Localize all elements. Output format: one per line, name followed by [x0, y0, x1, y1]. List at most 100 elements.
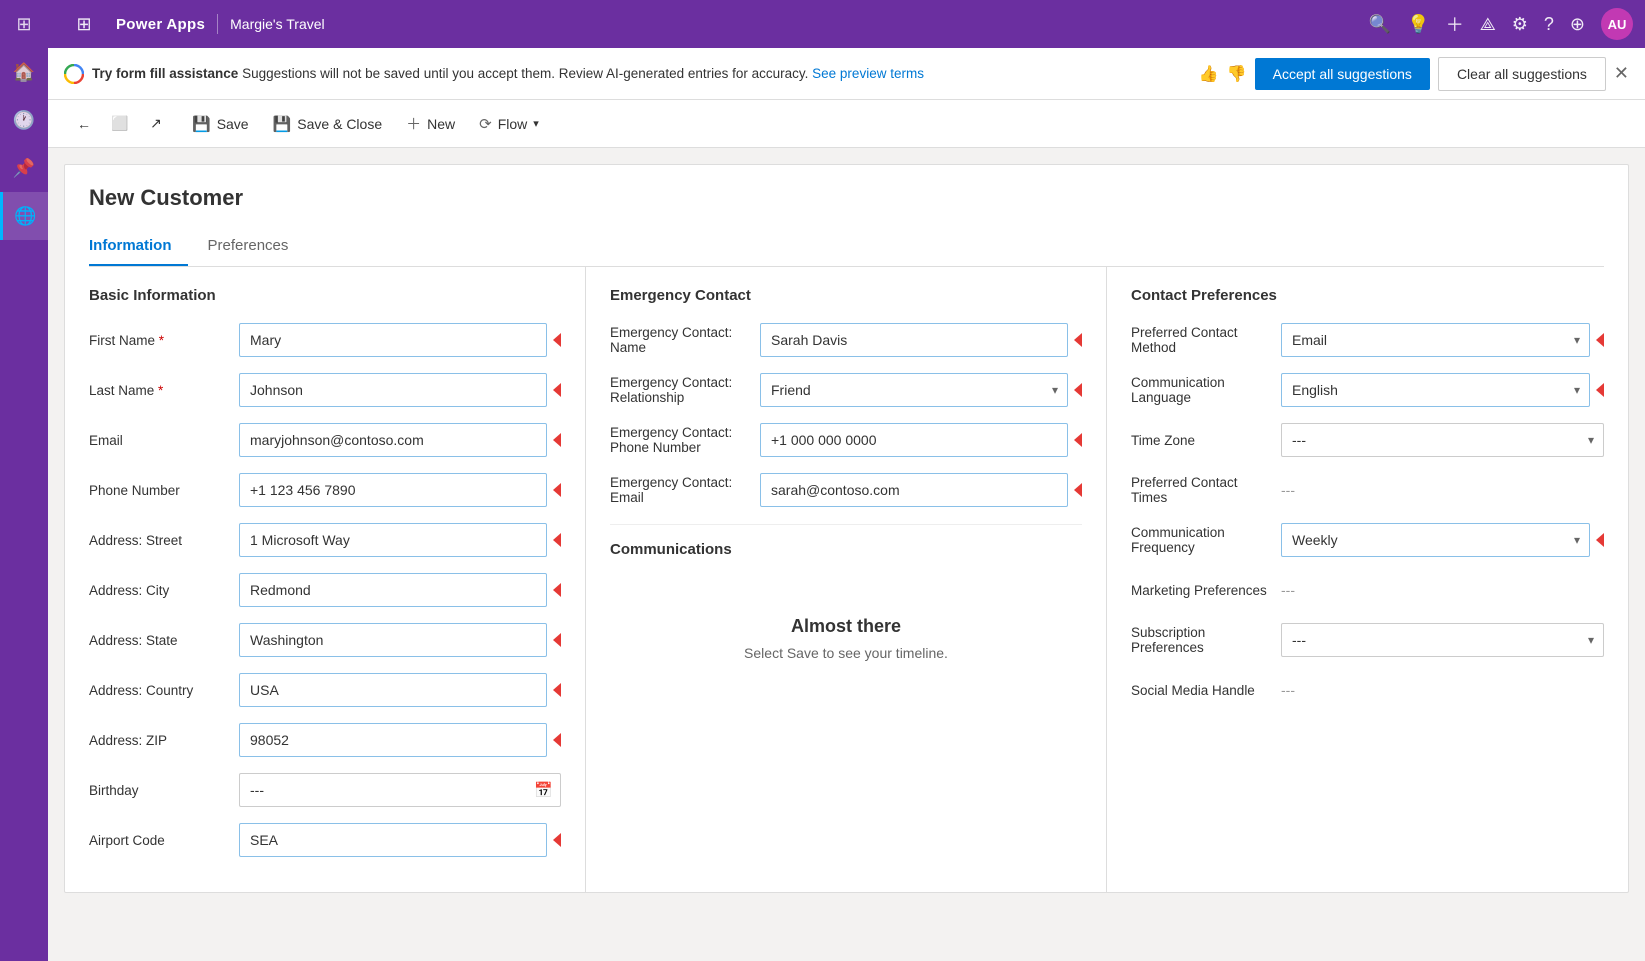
- ec-name-input[interactable]: [760, 323, 1068, 357]
- save-close-btn[interactable]: 💾 Save & Close: [261, 109, 395, 139]
- comm-freq-label: Communication Frequency: [1131, 525, 1281, 555]
- save-label: Save: [217, 116, 249, 132]
- sidebar-icon-globe[interactable]: 🌐: [0, 192, 48, 240]
- timezone-select[interactable]: ---: [1281, 423, 1604, 457]
- state-row: Address: State: [89, 622, 561, 658]
- thumbs-down-btn[interactable]: 👎: [1227, 64, 1247, 84]
- new-label: New: [427, 116, 455, 132]
- marketing-pref-row: Marketing Preferences ---: [1131, 572, 1604, 608]
- city-row: Address: City: [89, 572, 561, 608]
- marketing-pref-value: ---: [1281, 582, 1295, 598]
- street-input[interactable]: [239, 523, 547, 557]
- restore-btn[interactable]: ⬜: [104, 108, 136, 140]
- last-name-label: Last Name: [89, 383, 239, 398]
- pref-contact-method-select[interactable]: Email Phone SMS: [1281, 323, 1590, 357]
- sidebar-icon-pin[interactable]: 📌: [0, 144, 48, 192]
- zip-arrow: [553, 733, 561, 747]
- phone-input[interactable]: [239, 473, 547, 507]
- help-icon[interactable]: ?: [1544, 14, 1554, 35]
- back-btn[interactable]: ←: [68, 108, 100, 140]
- ec-name-wrapper: [760, 323, 1082, 357]
- email-input[interactable]: [239, 423, 547, 457]
- airport-wrapper: [239, 823, 561, 857]
- topbar-grid-icon[interactable]: ⊞: [60, 0, 108, 48]
- state-input[interactable]: [239, 623, 547, 657]
- tab-information[interactable]: Information: [89, 227, 188, 266]
- birthday-input[interactable]: [239, 773, 561, 807]
- comm-lang-select[interactable]: English Spanish French: [1281, 373, 1590, 407]
- sidebar-icon-home[interactable]: 🏠: [0, 48, 48, 96]
- email-label: Email: [89, 433, 239, 448]
- communications-title: Communications: [610, 541, 1082, 558]
- sidebar-icon-grid[interactable]: ⊞: [0, 0, 48, 48]
- plus-icon[interactable]: ＋: [1446, 11, 1464, 37]
- street-arrow: [553, 533, 561, 547]
- new-icon: ＋: [406, 113, 421, 134]
- subscription-pref-row: Subscription Preferences ---: [1131, 622, 1604, 658]
- ec-phone-row: Emergency Contact: Phone Number: [610, 422, 1082, 458]
- subscription-pref-select[interactable]: ---: [1281, 623, 1604, 657]
- thumbs-up-btn[interactable]: 👍: [1199, 64, 1219, 84]
- forward-btn[interactable]: ↗: [140, 108, 172, 140]
- search-icon[interactable]: 🔍: [1369, 14, 1391, 35]
- zip-label: Address: ZIP: [89, 733, 239, 748]
- social-media-wrapper: ---: [1281, 682, 1604, 698]
- comm-freq-select[interactable]: Weekly Daily Monthly: [1281, 523, 1590, 557]
- city-arrow: [553, 583, 561, 597]
- ec-email-row: Emergency Contact: Email: [610, 472, 1082, 508]
- comm-lang-row: Communication Language English Spanish F…: [1131, 372, 1604, 408]
- ec-relationship-select[interactable]: Friend Spouse Parent Sibling: [760, 373, 1068, 407]
- new-btn[interactable]: ＋ New: [394, 107, 467, 140]
- tab-preferences[interactable]: Preferences: [208, 227, 305, 266]
- birthday-input-wrapper: 📅: [239, 773, 561, 807]
- save-icon: 💾: [192, 115, 211, 133]
- emergency-contact-title: Emergency Contact: [610, 287, 1082, 304]
- timezone-row: Time Zone ---: [1131, 422, 1604, 458]
- panels-row: Basic Information First Name Last Name: [65, 267, 1628, 892]
- city-label: Address: City: [89, 583, 239, 598]
- ec-phone-label: Emergency Contact: Phone Number: [610, 425, 760, 455]
- form-container: New Customer Information Preferences Bas…: [64, 164, 1629, 893]
- phone-wrapper: [239, 473, 561, 507]
- ec-email-input[interactable]: [760, 473, 1068, 507]
- marketing-pref-wrapper: ---: [1281, 582, 1604, 598]
- social-media-label: Social Media Handle: [1131, 683, 1281, 698]
- ec-relationship-select-wrapper: Friend Spouse Parent Sibling: [760, 373, 1068, 407]
- pref-contact-times-wrapper: ---: [1281, 482, 1604, 498]
- pref-contact-method-wrapper: Email Phone SMS: [1281, 323, 1604, 357]
- avatar[interactable]: AU: [1601, 8, 1633, 40]
- ec-email-label: Emergency Contact: Email: [610, 475, 760, 505]
- flow-btn[interactable]: ⟳ Flow ▾: [467, 109, 551, 139]
- city-input[interactable]: [239, 573, 547, 607]
- topbar: ⊞ Power Apps Margie's Travel 🔍 💡 ＋ ⟁ ⚙ ?…: [48, 0, 1645, 48]
- settings-icon[interactable]: ⚙: [1512, 14, 1528, 35]
- user-icon[interactable]: ⊕: [1570, 14, 1585, 35]
- comm-freq-wrapper: Weekly Daily Monthly: [1281, 523, 1604, 557]
- airport-arrow: [553, 833, 561, 847]
- birthday-wrapper: 📅: [239, 773, 561, 807]
- save-btn[interactable]: 💾 Save: [180, 109, 261, 139]
- country-input[interactable]: [239, 673, 547, 707]
- ec-phone-arrow: [1074, 433, 1082, 447]
- lightbulb-icon[interactable]: 💡: [1407, 14, 1429, 35]
- accept-all-btn[interactable]: Accept all suggestions: [1255, 58, 1430, 90]
- airport-input[interactable]: [239, 823, 547, 857]
- filter-icon[interactable]: ⟁: [1480, 14, 1496, 35]
- flow-chevron-icon: ▾: [533, 117, 539, 130]
- clear-all-btn[interactable]: Clear all suggestions: [1438, 57, 1606, 91]
- close-icon[interactable]: ✕: [1614, 63, 1629, 84]
- flow-icon: ⟳: [479, 115, 492, 133]
- first-name-wrapper: [239, 323, 561, 357]
- sidebar-icon-clock[interactable]: 🕐: [0, 96, 48, 144]
- last-name-input[interactable]: [239, 373, 547, 407]
- emergency-contact-panel: Emergency Contact Emergency Contact: Nam…: [586, 267, 1107, 892]
- topbar-divider: [217, 14, 218, 34]
- first-name-arrow: [553, 333, 561, 347]
- zip-input[interactable]: [239, 723, 547, 757]
- first-name-input[interactable]: [239, 323, 547, 357]
- social-media-row: Social Media Handle ---: [1131, 672, 1604, 708]
- zip-wrapper: [239, 723, 561, 757]
- ec-phone-input[interactable]: [760, 423, 1068, 457]
- timezone-select-wrapper: ---: [1281, 423, 1604, 457]
- preview-terms-link[interactable]: See preview terms: [812, 66, 924, 81]
